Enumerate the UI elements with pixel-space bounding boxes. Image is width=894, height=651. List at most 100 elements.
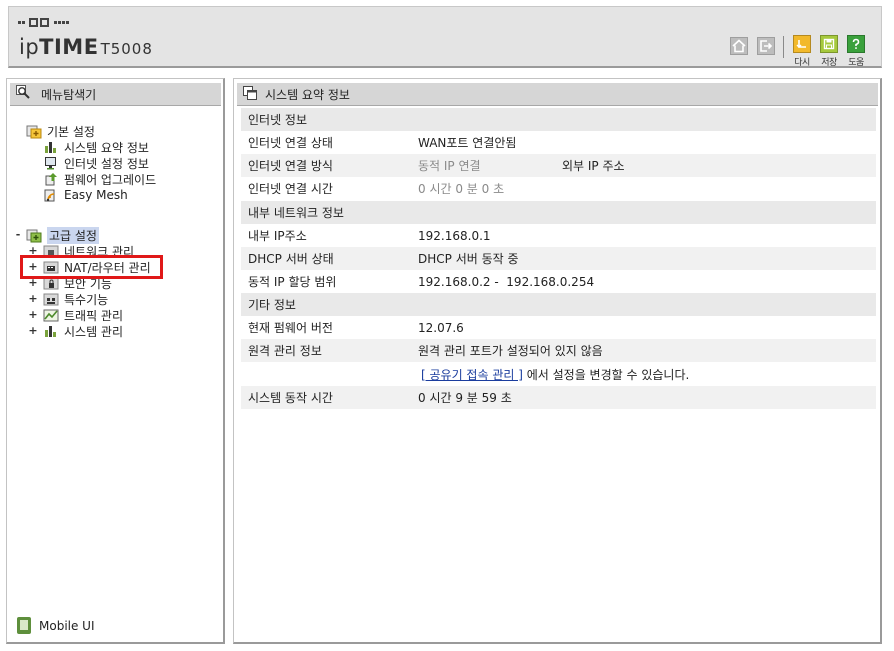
- row-label: 인터넷 연결 시간: [248, 182, 333, 196]
- brand-prefix: ip: [19, 35, 40, 59]
- traffic-icon: [43, 307, 59, 323]
- home-icon: [732, 39, 746, 53]
- tree-item-system-management[interactable]: 시스템 관리: [43, 323, 123, 339]
- tree-advanced-settings[interactable]: 고급 설정: [26, 226, 99, 244]
- row-label: 동적 IP 할당 범위: [248, 275, 337, 289]
- section-heading: 인터넷 정보: [248, 113, 308, 127]
- tree-item-label: 인터넷 설정 정보: [64, 156, 149, 171]
- refresh-label: 다시: [794, 58, 810, 68]
- menu-explorer-panel: 메뉴탐색기 기본 설정 시스템 요약 정보 인터넷 설정 정보 펌웨어 업그레이…: [6, 78, 225, 644]
- router-access-link[interactable]: [ 공유기 접속 관리 ]: [421, 368, 523, 382]
- row-remote-link: [ 공유기 접속 관리 ] 에서 설정을 변경할 수 있습니다.: [241, 363, 876, 386]
- link-suffix-text: 에서 설정을 변경할 수 있습니다.: [522, 368, 690, 382]
- remote-link-wrapper: [ 공유기 접속 관리 ] 에서 설정을 변경할 수 있습니다.: [418, 366, 689, 383]
- external-ip-label: 외부 IP 주소: [562, 159, 625, 173]
- tree-basic-settings-label: 기본 설정: [47, 124, 95, 139]
- tree-toggle-expand[interactable]: +: [28, 325, 38, 337]
- tree-item-label: 시스템 관리: [64, 324, 124, 339]
- tree-item-label: 시스템 요약 정보: [64, 140, 149, 155]
- refresh-icon: [793, 35, 811, 53]
- header-divider: [783, 36, 784, 58]
- folder-special-icon: [43, 291, 59, 307]
- section-other: 기타 정보: [241, 293, 876, 316]
- mobile-ui-label: Mobile UI: [39, 618, 95, 633]
- content-header: 시스템 요약 정보: [237, 83, 878, 106]
- row-label: 내부 IP주소: [248, 229, 307, 243]
- row-label: 인터넷 연결 상태: [248, 136, 333, 150]
- highlight-box: [20, 255, 163, 279]
- tree-item-firmware-upgrade[interactable]: 펌웨어 업그레이드: [43, 171, 156, 187]
- logout-button[interactable]: [757, 37, 775, 55]
- row-remote-management: 원격 관리 정보 원격 관리 포트가 설정되어 있지 않음: [241, 339, 876, 362]
- mobile-phone-icon: [17, 617, 31, 634]
- row-value: 192.168.0.2 - 192.168.0.254: [418, 274, 595, 289]
- menu-explorer-title: 메뉴탐색기: [41, 87, 97, 102]
- bar-chart-icon: [43, 323, 59, 339]
- row-system-uptime: 시스템 동작 시간 0 시간 9 분 59 초: [241, 386, 876, 409]
- monitor-icon: [43, 155, 59, 171]
- logo-mark: [18, 16, 70, 28]
- row-value: DHCP 서버 동작 중: [418, 252, 519, 266]
- brand-logo: ipTIME T5008: [19, 35, 153, 59]
- help-button[interactable]: 도움: [846, 35, 866, 69]
- save-button[interactable]: 저장: [819, 35, 839, 69]
- tree-item-label: 트래픽 관리: [64, 308, 124, 323]
- header-bar: ipTIME T5008 다시 저장 도움: [8, 6, 882, 68]
- window-icon: [243, 85, 257, 103]
- row-firmware-version: 현재 펌웨어 버전 12.07.6: [241, 316, 876, 339]
- bar-chart-icon: [43, 139, 59, 155]
- mobile-ui-link[interactable]: Mobile UI: [17, 617, 95, 634]
- row-internet-status: 인터넷 연결 상태 WAN포트 연결안됨: [241, 131, 876, 154]
- tree-item-traffic-management[interactable]: 트래픽 관리: [43, 307, 123, 323]
- tree-item-label: 특수기능: [64, 292, 109, 307]
- row-label: 인터넷 연결 방식: [248, 159, 333, 173]
- tree-toggle-collapse[interactable]: -: [13, 229, 23, 241]
- content-panel: 시스템 요약 정보 인터넷 정보 인터넷 연결 상태 WAN포트 연결안됨 인터…: [233, 78, 882, 644]
- mesh-icon: [43, 187, 59, 203]
- help-label: 도움: [848, 58, 864, 68]
- row-value: 원격 관리 포트가 설정되어 있지 않음: [418, 344, 603, 358]
- home-button[interactable]: [730, 37, 748, 55]
- row-value: WAN포트 연결안됨: [418, 136, 517, 150]
- tree-item-label: Easy Mesh: [64, 188, 128, 202]
- row-value: 192.168.0.1: [418, 228, 491, 243]
- section-internet: 인터넷 정보: [241, 108, 876, 131]
- section-internal-network: 내부 네트워크 정보: [241, 201, 876, 224]
- row-label: DHCP 서버 상태: [248, 252, 334, 266]
- save-icon: [820, 35, 838, 53]
- row-internet-time: 인터넷 연결 시간 0 시간 0 분 0 초: [241, 177, 876, 200]
- refresh-button[interactable]: 다시: [792, 35, 812, 69]
- row-value: 12.07.6: [418, 320, 464, 335]
- tree-item-system-summary[interactable]: 시스템 요약 정보: [43, 139, 149, 155]
- row-internal-ip: 내부 IP주소 192.168.0.1: [241, 224, 876, 247]
- row-value: 0 시간 9 분 59 초: [418, 391, 512, 405]
- row-label: 현재 펌웨어 버전: [248, 321, 333, 335]
- magnifier-icon: [16, 85, 31, 103]
- tree-item-internet-settings[interactable]: 인터넷 설정 정보: [43, 155, 149, 171]
- tree-item-label: 펌웨어 업그레이드: [64, 172, 157, 187]
- tree-toggle-expand[interactable]: +: [28, 309, 38, 321]
- tree-item-special-features[interactable]: 특수기능: [43, 291, 108, 307]
- upgrade-icon: [43, 171, 59, 187]
- brand-model: T5008: [100, 40, 153, 58]
- row-internet-method: 인터넷 연결 방식 동적 IP 연결 외부 IP 주소: [241, 154, 876, 177]
- save-label: 저장: [821, 58, 837, 68]
- tree-item-easy-mesh[interactable]: Easy Mesh: [43, 187, 128, 203]
- help-icon: [847, 35, 865, 53]
- tree-advanced-settings-label: 고급 설정: [47, 226, 99, 244]
- folder-settings-icon: [26, 123, 42, 139]
- row-label: 시스템 동작 시간: [248, 391, 333, 405]
- row-dhcp-range: 동적 IP 할당 범위 192.168.0.2 - 192.168.0.254: [241, 270, 876, 293]
- row-dhcp-status: DHCP 서버 상태 DHCP 서버 동작 중: [241, 247, 876, 270]
- folder-settings-icon: [26, 227, 42, 243]
- menu-explorer-header: 메뉴탐색기: [10, 83, 221, 106]
- tree-basic-settings[interactable]: 기본 설정: [26, 123, 95, 139]
- tree-toggle-expand[interactable]: +: [28, 293, 38, 305]
- section-heading: 내부 네트워크 정보: [248, 206, 344, 220]
- row-label: 원격 관리 정보: [248, 344, 322, 358]
- row-value: 0 시간 0 분 0 초: [418, 182, 505, 196]
- row-value: 동적 IP 연결: [418, 159, 481, 173]
- brand-main: TIME: [39, 35, 99, 59]
- section-heading: 기타 정보: [248, 298, 296, 312]
- logout-icon: [759, 39, 773, 53]
